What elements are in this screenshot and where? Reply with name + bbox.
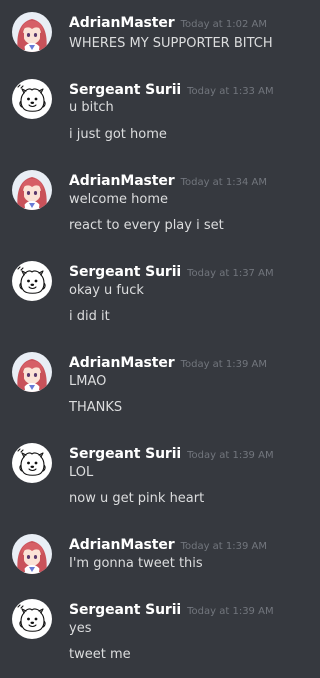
anime-girl-avatar-icon [12,534,52,574]
message-text: welcome home [69,192,168,207]
message-text: i did it [69,309,110,324]
anime-girl-avatar[interactable] [12,352,52,392]
timestamp: Today at 1:37 AM [187,268,274,279]
anime-girl-avatar[interactable] [12,12,52,52]
dog-sketch-avatar[interactable] [12,599,52,639]
dog-sketch-avatar[interactable] [12,443,52,483]
username[interactable]: Sergeant Surii [69,446,181,462]
dog-sketch-avatar-icon [12,599,52,639]
anime-girl-avatar[interactable] [12,170,52,210]
timestamp: Today at 1:39 AM [180,359,268,370]
message-text: okay u fuck [69,283,144,298]
chat-message-list: AdrianMaster Today at 1:02 AM WHERES MY S… [0,0,303,678]
message-text: LOL [69,465,94,480]
message-header: AdrianMaster Today at 1:34 AM [69,170,267,190]
message-header: AdrianMaster Today at 1:02 AM [69,12,267,32]
timestamp: Today at 1:34 AM [180,177,268,188]
timestamp: Today at 1:02 AM [180,19,268,30]
anime-girl-avatar-icon [12,170,52,210]
message-text: tweet me [69,647,131,662]
message-text: yes [69,621,92,636]
username[interactable]: AdrianMaster [69,355,175,371]
anime-girl-avatar[interactable] [12,534,52,574]
anime-girl-avatar-icon [12,352,52,392]
message-text: now u get pink heart [69,491,205,506]
message-header: Sergeant Surii Today at 1:37 AM [69,261,274,281]
timestamp: Today at 1:33 AM [187,86,274,97]
dog-sketch-avatar[interactable] [12,79,52,119]
username[interactable]: AdrianMaster [69,537,175,553]
username[interactable]: Sergeant Surii [69,82,181,98]
username[interactable]: AdrianMaster [69,173,175,189]
timestamp: Today at 1:39 AM [187,450,274,461]
message-header: Sergeant Surii Today at 1:33 AM [69,79,274,99]
message-text: LMAO [69,374,107,389]
anime-girl-avatar-icon [12,12,52,52]
dog-sketch-avatar-icon [12,261,52,301]
username[interactable]: AdrianMaster [69,15,175,31]
message-header: Sergeant Surii Today at 1:39 AM [69,599,274,619]
dog-sketch-avatar-icon [12,443,52,483]
timestamp: Today at 1:39 AM [187,606,274,617]
message-text: WHERES MY SUPPORTER BITCH [69,36,273,51]
message-text: I'm gonna tweet this [69,556,203,571]
message-text: THANKS [69,400,123,415]
message-header: AdrianMaster Today at 1:39 AM [69,352,267,372]
username[interactable]: Sergeant Surii [69,264,181,280]
username[interactable]: Sergeant Surii [69,602,181,618]
dog-sketch-avatar-icon [12,79,52,119]
dog-sketch-avatar[interactable] [12,261,52,301]
message-header: AdrianMaster Today at 1:39 AM [69,534,267,554]
message-text: u bitch [69,100,114,115]
timestamp: Today at 1:39 AM [180,541,268,552]
message-header: Sergeant Surii Today at 1:39 AM [69,443,274,463]
message-text: i just got home [69,127,167,142]
message-text: react to every play i set [69,218,224,233]
